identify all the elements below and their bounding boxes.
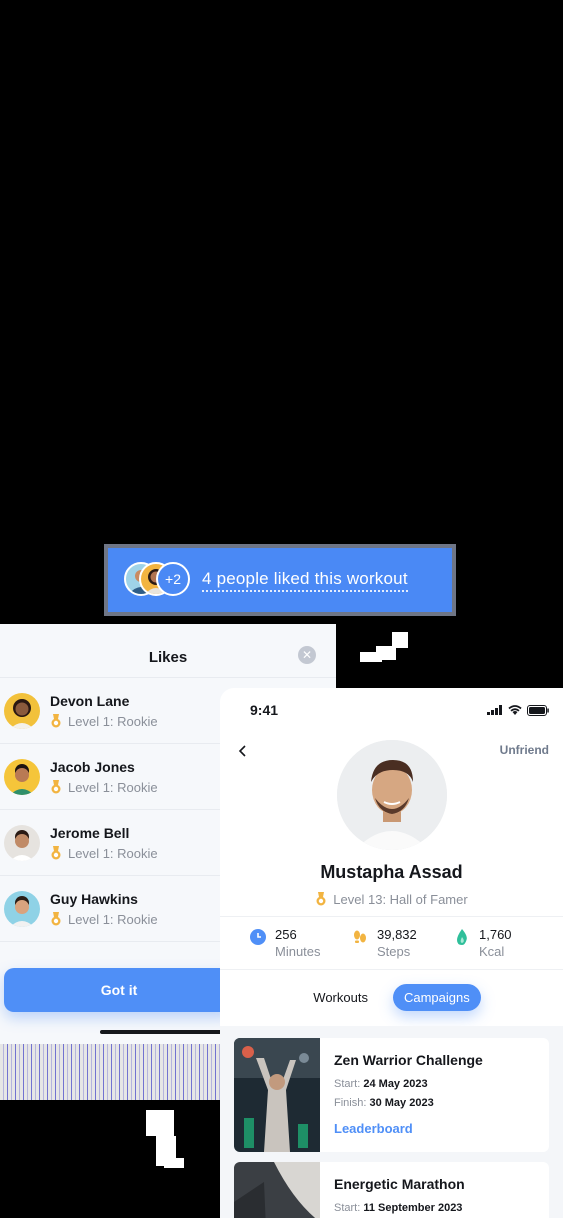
profile-name: Mustapha Assad [320, 862, 463, 882]
campaign-image [234, 1162, 320, 1218]
stat-minutes: 256 Minutes [250, 927, 352, 959]
more-likers-count: +2 [156, 562, 190, 596]
user-level: Level 1: Rookie [50, 912, 158, 927]
avatar [4, 824, 40, 861]
campaign-card[interactable]: Zen Warrior Challenge Start: 24 May 2023… [234, 1038, 549, 1152]
list-item[interactable]: Jacob Jones Level 1: Rookie [0, 744, 220, 810]
user-name: Jerome Bell [50, 824, 130, 841]
liker-avatars: +2 [122, 562, 194, 598]
medal-icon [51, 912, 61, 926]
clock-icon [250, 929, 266, 945]
stats-row: 256 Minutes 39,832 Steps 1,760 Kcal [220, 916, 563, 970]
campaign-card[interactable]: Energetic Marathon Start: 11 September 2… [234, 1162, 549, 1218]
list-item[interactable]: Jerome Bell Level 1: Rookie [0, 810, 220, 876]
list-item[interactable]: Guy Hawkins Level 1: Rookie [0, 876, 220, 942]
signal-icon [487, 705, 502, 715]
footsteps-icon [354, 930, 366, 943]
avatar [4, 758, 40, 795]
status-icons [487, 704, 549, 716]
user-name: Devon Lane [50, 692, 130, 709]
profile-screen: 9:41 Unfriend Mustapha Assad Level 13: H… [220, 688, 563, 1218]
unfriend-button[interactable]: Unfriend [500, 743, 549, 757]
campaign-title: Energetic Marathon [334, 1176, 465, 1192]
campaign-start: Start: 24 May 2023 [334, 1078, 428, 1090]
medal-icon [51, 780, 61, 794]
campaign-finish: Finish: 30 May 2023 [334, 1097, 434, 1109]
likes-banner[interactable]: +2 4 people liked this workout [104, 544, 456, 616]
battery-icon [527, 704, 549, 716]
medal-icon [51, 846, 61, 860]
decoration [360, 652, 382, 662]
profile-avatar [337, 740, 447, 850]
user-level: Level 1: Rookie [50, 780, 158, 795]
leaderboard-link[interactable]: Leaderboard [334, 1121, 483, 1136]
tab-campaigns[interactable]: Campaigns [392, 984, 481, 1011]
status-bar: 9:41 [220, 688, 563, 732]
user-level: Level 1: Rookie [50, 714, 158, 729]
medal-icon [51, 714, 61, 728]
decoration [0, 1044, 222, 1100]
campaign-list: Zen Warrior Challenge Start: 24 May 2023… [220, 1026, 563, 1218]
campaign-start: Start: 11 September 2023 [334, 1202, 463, 1214]
user-level: Level 1: Rookie [50, 846, 158, 861]
list-item[interactable]: Devon Lane Level 1: Rookie [0, 678, 220, 744]
decoration [164, 1158, 184, 1168]
medal-icon [316, 892, 326, 906]
likes-count-link[interactable]: 4 people liked this workout [202, 569, 408, 592]
sheet-header: Likes ✕ [0, 624, 336, 678]
stat-steps: 39,832 Steps [352, 927, 454, 959]
avatar [4, 890, 40, 927]
profile-level: Level 13: Hall of Famer [220, 892, 563, 907]
decoration [146, 1110, 174, 1136]
profile-tabs: Workouts Campaigns [220, 984, 563, 1011]
close-icon[interactable]: ✕ [298, 646, 316, 664]
campaign-title: Zen Warrior Challenge [334, 1052, 483, 1068]
back-icon[interactable] [236, 744, 250, 758]
stat-kcal: 1,760 Kcal [454, 927, 556, 959]
campaign-image [234, 1038, 320, 1152]
got-it-button[interactable]: Got it [4, 968, 234, 1012]
home-indicator [100, 1030, 225, 1034]
flame-icon [457, 929, 467, 945]
user-name: Guy Hawkins [50, 890, 138, 907]
sheet-title: Likes [148, 649, 188, 666]
status-time: 9:41 [250, 702, 279, 718]
tab-workouts[interactable]: Workouts [302, 984, 379, 1011]
user-name: Jacob Jones [50, 758, 135, 775]
avatar [4, 692, 40, 729]
wifi-icon [508, 705, 522, 715]
